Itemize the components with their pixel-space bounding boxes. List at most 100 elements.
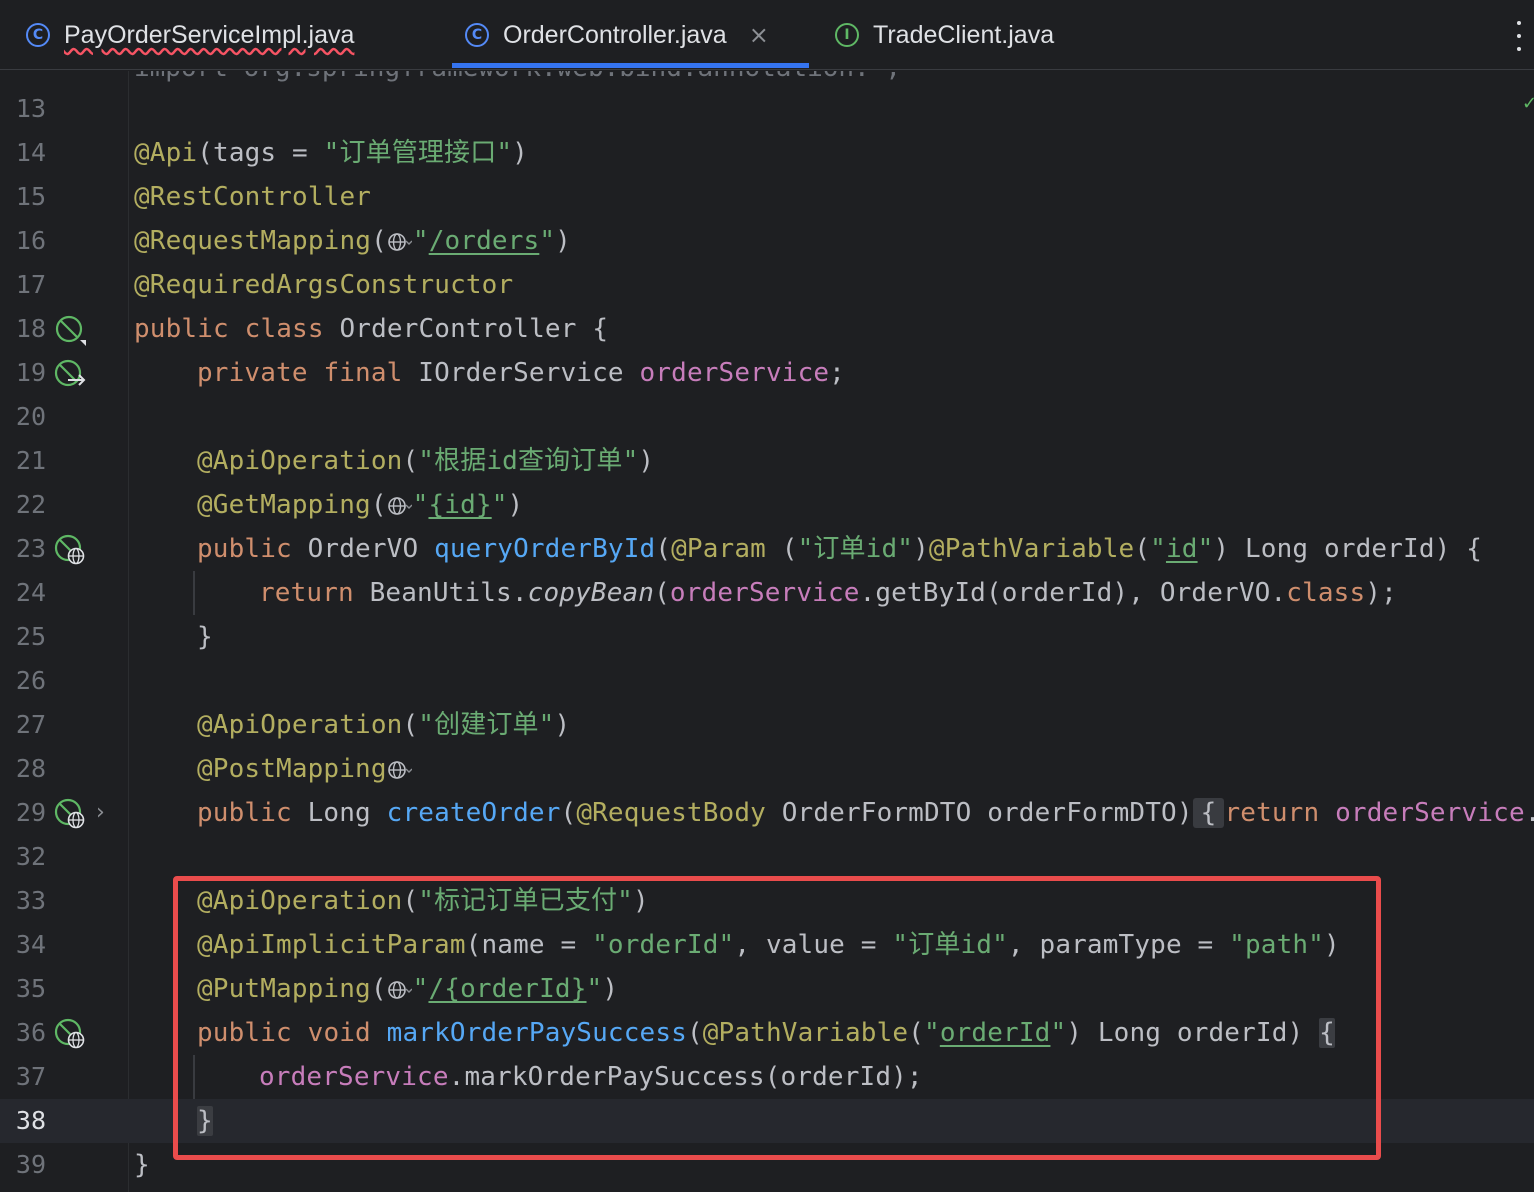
line-number: 38 [15,1106,46,1135]
active-tab-indicator [452,63,809,68]
code-text: } [134,1150,150,1180]
code-line: 28 @PostMapping [0,747,1534,791]
code-line: 39 } [0,1143,1534,1187]
code-text: @PostMapping [197,747,413,791]
class-icon: C [465,23,489,47]
code-line: 21 @ApiOperation("根据id查询订单") [0,439,1534,483]
line-number: 37 [15,1062,46,1091]
code-line: 35 @PutMapping("/{orderId}") [0,967,1534,1011]
code-line: 15 @RestController [0,175,1534,219]
class-icon: C [26,23,50,47]
code-line: 36 public void markOrderPaySuccess(@Path… [0,1011,1534,1055]
line-number: 22 [15,490,46,519]
code-text: @ApiOperation("创建订单") [197,710,571,740]
code-text: public void markOrderPaySuccess(@PathVar… [197,1018,1335,1048]
code-text: orderService.markOrderPaySuccess(orderId… [259,1062,923,1092]
code-text: @PutMapping("/{orderId}") [197,974,619,1004]
code-line: 25 } [0,615,1534,659]
code-text: } [197,1099,213,1143]
code-line: 20 [0,395,1534,439]
code-text: private final IOrderService orderService… [197,358,845,388]
tab-label: OrderController.java [503,20,727,49]
close-icon[interactable]: × [749,21,769,49]
code-line: 24 return BeanUtils.copyBean(orderServic… [0,571,1534,615]
code-line: 26 [0,659,1534,703]
code-text: public Long createOrder(@RequestBody Ord… [197,798,1534,828]
code-line: 27 @ApiOperation("创建订单") [0,703,1534,747]
tab-label: TradeClient.java [873,20,1055,49]
current-code-line: 38 } [0,1099,1534,1143]
globe-url-icon[interactable] [388,231,412,253]
line-number: 36 [15,1018,46,1047]
globe-url-icon[interactable] [387,979,412,1001]
code-line: 32 [0,835,1534,879]
code-text: } [197,622,213,652]
line-number: 14 [15,138,46,167]
tab-payorderserviceimpl[interactable]: C PayOrderServiceImpl.java [26,0,354,70]
tab-ordercontroller[interactable]: C OrderController.java × [465,0,769,70]
code-text: @RestController [134,182,372,212]
code-line: 19 private final IOrderService orderServ… [0,351,1534,395]
code-line: 16 @RequestMapping("/orders") [0,219,1534,263]
line-number: 34 [15,930,46,959]
line-number: 39 [15,1150,46,1179]
line-number: 19 [15,358,46,387]
line-number: 27 [15,710,46,739]
line-number: 17 [15,270,46,299]
line-number: 20 [15,402,46,431]
code-line: 22 @GetMapping("{id}") [0,483,1534,527]
matched-brace: { [1319,1018,1335,1048]
code-text: @Api(tags = "订单管理接口") [134,138,528,168]
endpoint-globe-icon[interactable] [54,1018,86,1050]
line-number: 21 [15,446,46,475]
tab-tradeclient[interactable]: I TradeClient.java [835,0,1054,70]
code-line: 14 @Api(tags = "订单管理接口") [0,131,1534,175]
folded-code-region[interactable]: { [1192,798,1225,828]
globe-url-icon[interactable] [387,759,412,781]
line-number: 15 [15,182,46,211]
code-text: @RequiredArgsConstructor [134,270,514,300]
matched-brace: } [197,1106,213,1136]
line-number: 23 [15,534,46,563]
line-number: 35 [15,974,46,1003]
code-line: 17 @RequiredArgsConstructor [0,263,1534,307]
code-line: 29 › public Long createOrder(@RequestBod… [0,791,1534,835]
line-number: 28 [15,754,46,783]
line-number: 16 [15,226,46,255]
code-line: 18 public class OrderController { [0,307,1534,351]
code-text: @GetMapping("{id}") [197,490,524,520]
line-number: 24 [15,578,46,607]
endpoint-globe-icon[interactable] [54,798,86,830]
code-line: 33 @ApiOperation("标记订单已支付") [0,879,1534,923]
code-text: public class OrderController { [134,314,609,344]
spring-bean-icon[interactable] [54,314,86,346]
clipped-import-line: import org.springframework.web.bind.anno… [134,71,901,83]
line-number: 33 [15,886,46,915]
line-number: 18 [15,314,46,343]
code-line: 23 public OrderVO queryOrderById(@Param … [0,527,1534,571]
tab-label: PayOrderServiceImpl.java [64,20,355,49]
code-text: return BeanUtils.copyBean(orderService.g… [259,578,1397,608]
code-text: @ApiImplicitParam(name = "orderId", valu… [197,930,1340,960]
autowired-injection-icon[interactable] [54,358,86,390]
line-number: 25 [15,622,46,651]
code-text: @ApiOperation("根据id查询订单") [197,446,655,476]
line-number: 32 [15,842,46,871]
code-text: public OrderVO queryOrderById(@Param ("订… [197,534,1483,564]
editor-tab-bar: C PayOrderServiceImpl.java C OrderContro… [0,0,1534,70]
line-number: 26 [15,666,46,695]
globe-url-icon[interactable] [387,495,412,517]
interface-icon: I [835,23,859,47]
indent-guide [193,1055,195,1099]
code-editor[interactable]: import org.springframework.web.bind.anno… [0,71,1534,1192]
endpoint-globe-icon[interactable] [54,534,86,566]
indent-guide [193,571,195,615]
code-line: 34 @ApiImplicitParam(name = "orderId", v… [0,923,1534,967]
code-line: 13 [0,87,1534,131]
line-number: 29 [15,798,46,827]
code-text: @RequestMapping("/orders") [134,226,571,256]
more-vertical-icon[interactable] [1515,16,1523,56]
line-number: 13 [15,94,46,123]
code-text: @ApiOperation("标记订单已支付") [197,886,649,916]
fold-expand-chevron-icon[interactable]: › [96,801,110,825]
